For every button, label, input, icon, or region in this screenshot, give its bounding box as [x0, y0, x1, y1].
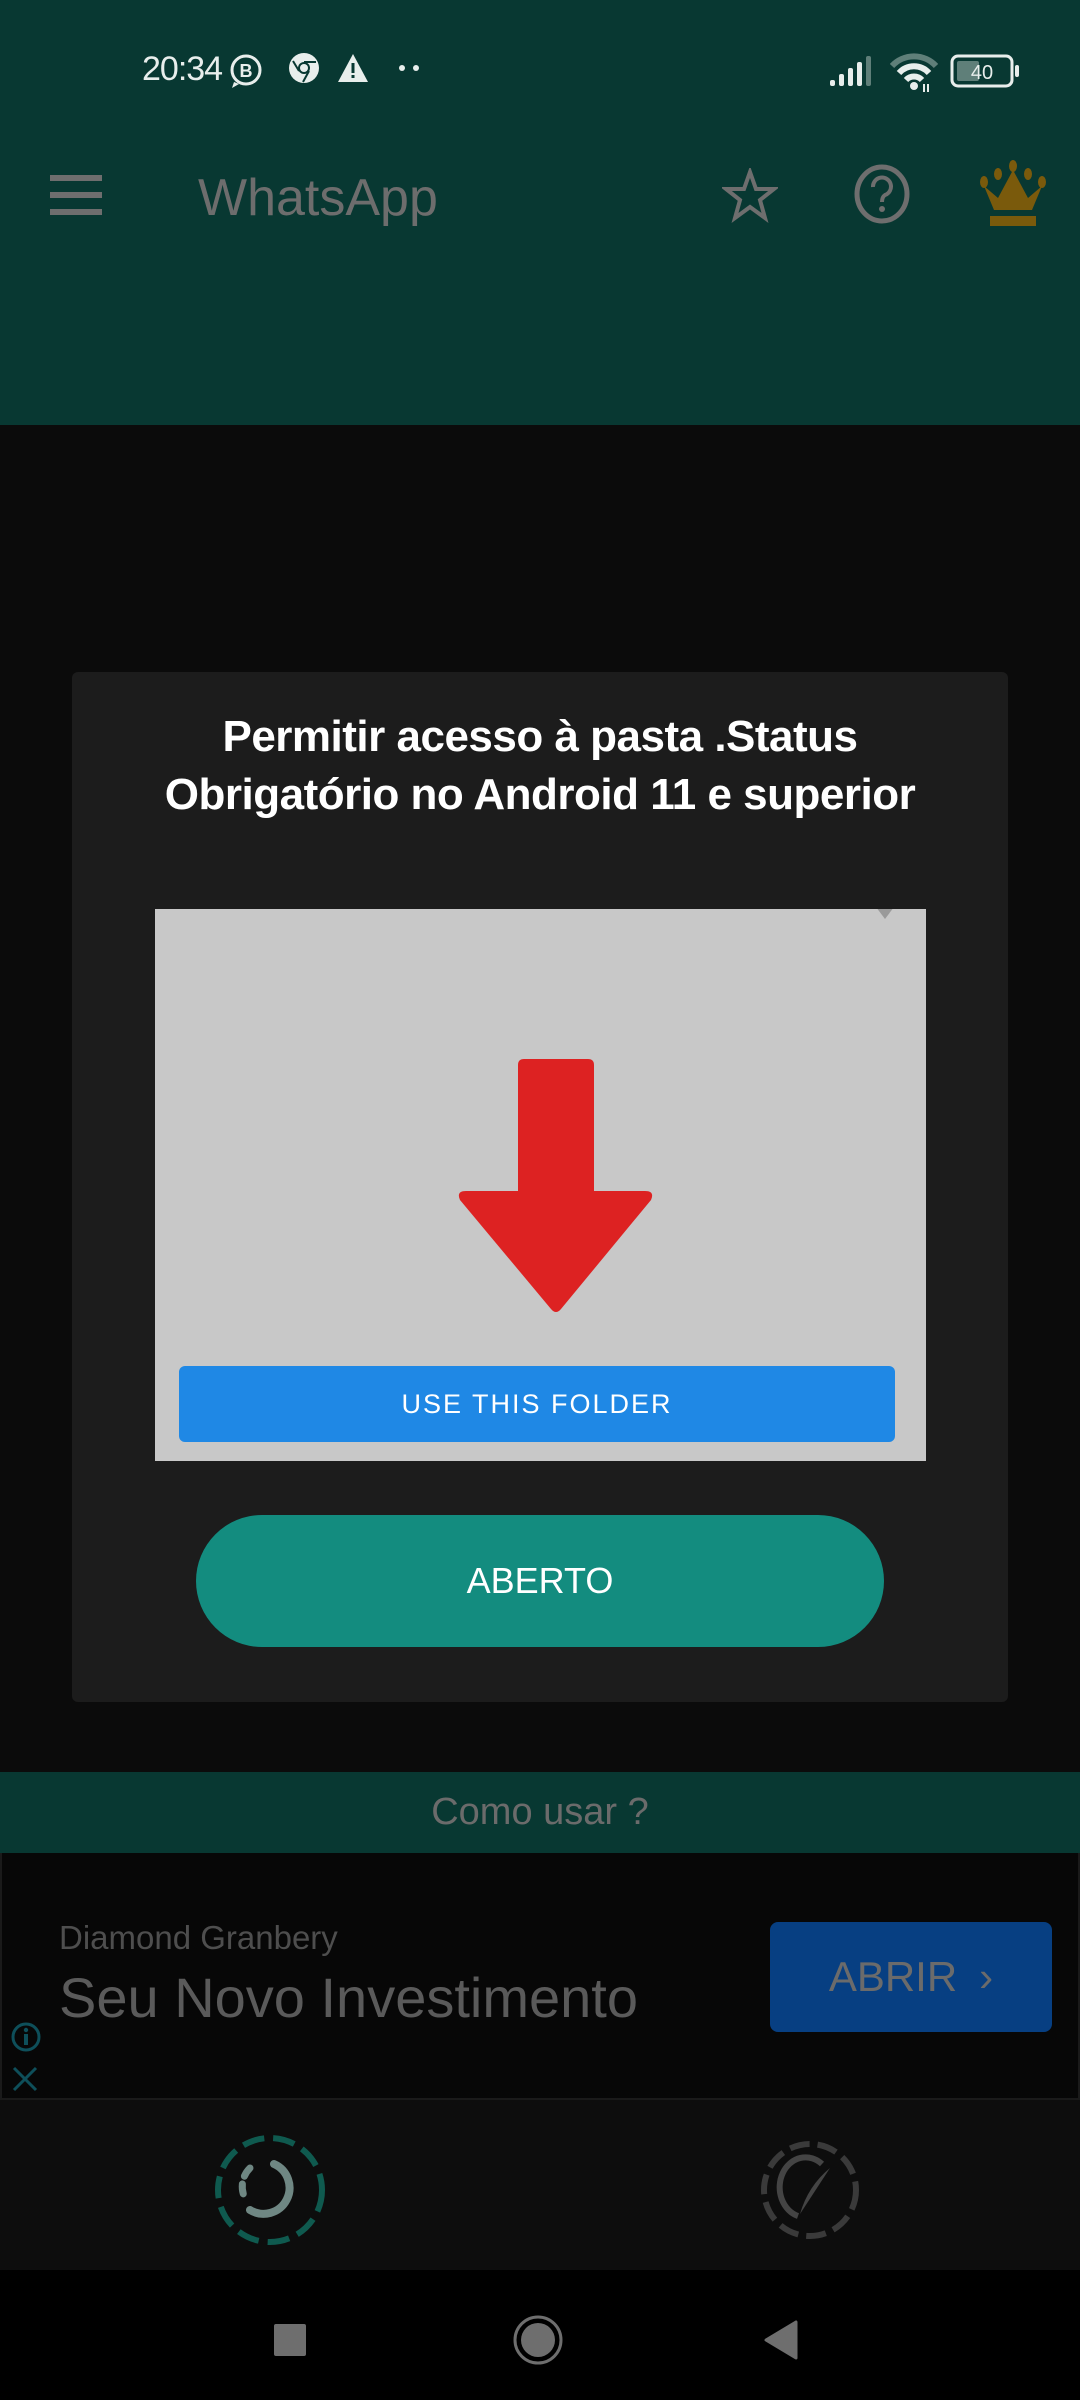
ad-headline: Seu Novo Investimento [59, 1966, 638, 2029]
ad-close-icon[interactable] [11, 2065, 39, 2093]
chevron-right-icon: › [979, 1953, 994, 2000]
battery-icon: 40 [950, 54, 1019, 88]
ad-open-button[interactable]: ABRIR › [770, 1922, 1052, 2032]
corner-marker-icon [876, 909, 894, 919]
battery-level: 40 [971, 62, 993, 84]
signal-icon [830, 56, 871, 86]
how-to-use-button[interactable]: Como usar ? [0, 1772, 1080, 1853]
folder-access-dialog: Permitir acesso à pasta .Status Obrigató… [72, 672, 1008, 1702]
app-title: WhatsApp [198, 169, 438, 227]
dialog-title: Permitir acesso à pasta .Status Obrigató… [72, 708, 1008, 824]
status-bar: 20:34 B 40 [0, 0, 1080, 140]
back-button[interactable] [740, 2300, 820, 2380]
bottom-nav [0, 2100, 1080, 2270]
use-this-folder-button: USE THIS FOLDER [179, 1366, 895, 1442]
ad-banner[interactable]: Diamond Granbery Seu Novo Investimento A… [0, 1853, 1080, 2100]
ad-info-icon[interactable] [10, 2021, 42, 2053]
home-button[interactable] [498, 2300, 578, 2380]
ad-open-label: ABRIR [828, 1953, 958, 2000]
help-icon[interactable] [852, 164, 912, 224]
dialog-title-line2: Obrigatório no Android 11 e superior [164, 770, 916, 819]
speedometer-icon[interactable] [750, 2130, 870, 2250]
status-icon[interactable] [210, 2130, 330, 2250]
more-notifications-icon [399, 65, 419, 71]
hamburger-menu-icon[interactable] [50, 175, 104, 215]
app-header: 20:34 B 40 WhatsApp [0, 0, 1080, 425]
toolbar: WhatsApp [0, 140, 1080, 250]
ad-advertiser: Diamond Granbery [59, 1919, 338, 1956]
star-icon[interactable] [722, 168, 778, 224]
recents-button[interactable] [250, 2300, 330, 2380]
system-navigation-bar [0, 2270, 1080, 2400]
tutorial-image: USE THIS FOLDER [155, 909, 926, 1461]
warning-icon [338, 54, 368, 82]
crown-icon[interactable] [978, 160, 1048, 230]
whatsapp-business-icon: B [230, 54, 262, 88]
chrome-icon [289, 53, 319, 83]
status-time: 20:34 [142, 50, 223, 88]
wifi-icon [890, 53, 938, 92]
svg-text:B: B [240, 61, 253, 81]
open-button[interactable]: ABERTO [196, 1515, 884, 1647]
dialog-title-line1: Permitir acesso à pasta .Status [222, 712, 858, 761]
red-down-arrow-icon [458, 1059, 653, 1312]
